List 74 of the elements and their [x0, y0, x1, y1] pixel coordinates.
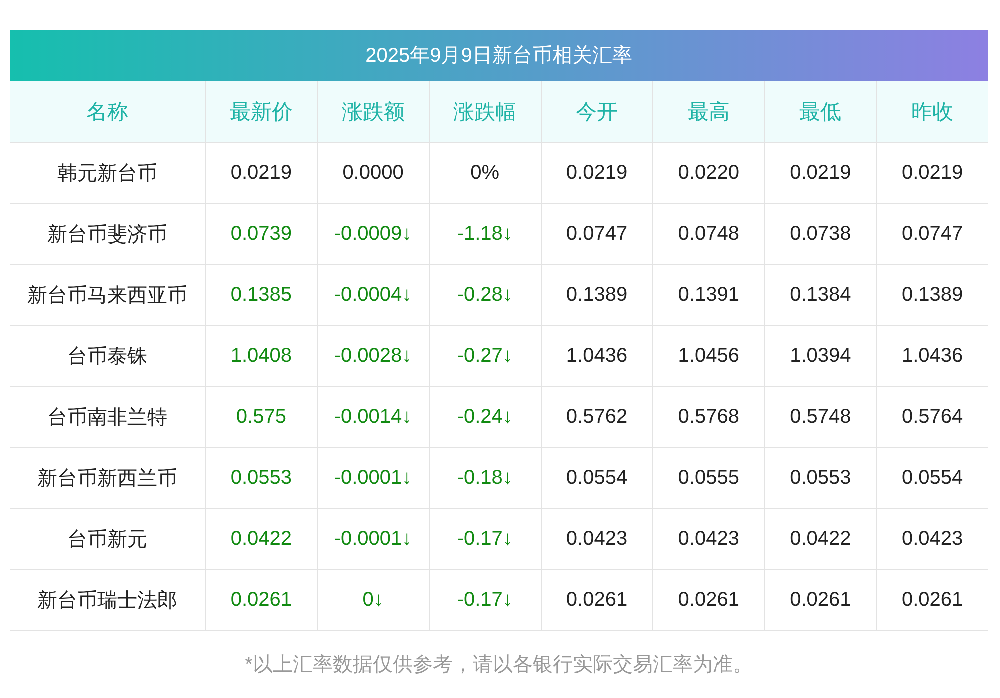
table-cell: 0.5768 — [652, 387, 764, 448]
column-header: 最低 — [764, 81, 876, 143]
table-cell: 0.0422 — [764, 509, 876, 570]
table-cell: -0.18↓ — [428, 448, 541, 509]
table-cell: 0.0219 — [876, 143, 988, 204]
table-cell: 0.0261 — [876, 570, 988, 631]
table-cell: 新台币马来西亚币 — [10, 265, 205, 326]
table-cell: 0.0747 — [876, 204, 988, 265]
column-header: 涨跌幅 — [428, 81, 541, 143]
table-cell: 0.0423 — [876, 509, 988, 570]
table-cell: 0.0423 — [652, 509, 764, 570]
table-cell: 1.0456 — [652, 326, 764, 387]
table-cell: 0.0555 — [652, 448, 764, 509]
column-header: 昨收 — [876, 81, 988, 143]
table-cell: -1.18↓ — [428, 204, 541, 265]
column-header: 今开 — [540, 81, 652, 143]
table-cell: 0.0739 — [205, 204, 317, 265]
table-cell: 0.0000 — [316, 143, 429, 204]
table-cell: 1.0436 — [540, 326, 652, 387]
column-header: 最新价 — [205, 81, 317, 143]
table-cell: 0.0261 — [540, 570, 652, 631]
table-cell: 新台币新西兰币 — [10, 448, 205, 509]
table-cell: 0.0219 — [205, 143, 317, 204]
table-cell: 0.0554 — [876, 448, 988, 509]
table-cell: -0.24↓ — [428, 387, 541, 448]
table-cell: 0.0219 — [764, 143, 876, 204]
table-cell: -0.27↓ — [428, 326, 541, 387]
table-cell: 台币新元 — [10, 509, 205, 570]
table-cell: 0.0422 — [205, 509, 317, 570]
table-cell: 0.1385 — [205, 265, 317, 326]
footnote: *以上汇率数据仅供参考，请以各银行实际交易汇率为准。 — [244, 653, 754, 678]
table-cell: 0.5764 — [876, 387, 988, 448]
table-cell: 0.0738 — [764, 204, 876, 265]
column-header: 涨跌额 — [316, 81, 429, 143]
table-cell: 0.0220 — [652, 143, 764, 204]
table-cell: -0.17↓ — [428, 570, 541, 631]
table-cell: 0% — [428, 143, 541, 204]
column-header: 名称 — [10, 81, 205, 143]
table-cell: 0.1391 — [652, 265, 764, 326]
table-cell: 0.0553 — [764, 448, 876, 509]
table-cell: -0.28↓ — [428, 265, 541, 326]
table-cell: 0.0261 — [652, 570, 764, 631]
table-cell: -0.17↓ — [428, 509, 541, 570]
table-cell: 0.0423 — [540, 509, 652, 570]
table-cell: 0.0748 — [652, 204, 764, 265]
table-cell: -0.0001↓ — [316, 509, 429, 570]
table-cell: 0.0261 — [205, 570, 317, 631]
table-cell: 0↓ — [316, 570, 429, 631]
table-cell: 0.0553 — [205, 448, 317, 509]
table-cell: 新台币瑞士法郎 — [10, 570, 205, 631]
table-cell: 台币泰铢 — [10, 326, 205, 387]
column-header: 最高 — [652, 81, 764, 143]
table-cell: -0.0014↓ — [316, 387, 429, 448]
table-cell: 1.0408 — [205, 326, 317, 387]
table-cell: -0.0001↓ — [316, 448, 429, 509]
table-cell: 0.0219 — [540, 143, 652, 204]
table-cell: 0.0261 — [764, 570, 876, 631]
table-cell: 1.0394 — [764, 326, 876, 387]
table-cell: 0.1389 — [540, 265, 652, 326]
table-cell: -0.0028↓ — [316, 326, 429, 387]
table-cell: 0.5762 — [540, 387, 652, 448]
table-title: 2025年9月9日新台币相关汇率 — [10, 30, 988, 81]
table-cell: 新台币斐济币 — [10, 204, 205, 265]
table-cell: 台币南非兰特 — [10, 387, 205, 448]
table-cell: 1.0436 — [876, 326, 988, 387]
table-cell: 0.1389 — [876, 265, 988, 326]
table-cell: 0.1384 — [764, 265, 876, 326]
table-cell: 0.0554 — [540, 448, 652, 509]
table-cell: 0.575 — [205, 387, 317, 448]
table-cell: -0.0009↓ — [316, 204, 429, 265]
table-cell: 0.0747 — [540, 204, 652, 265]
table-cell: 韩元新台币 — [10, 143, 205, 204]
table-cell: -0.0004↓ — [316, 265, 429, 326]
table-cell: 0.5748 — [764, 387, 876, 448]
